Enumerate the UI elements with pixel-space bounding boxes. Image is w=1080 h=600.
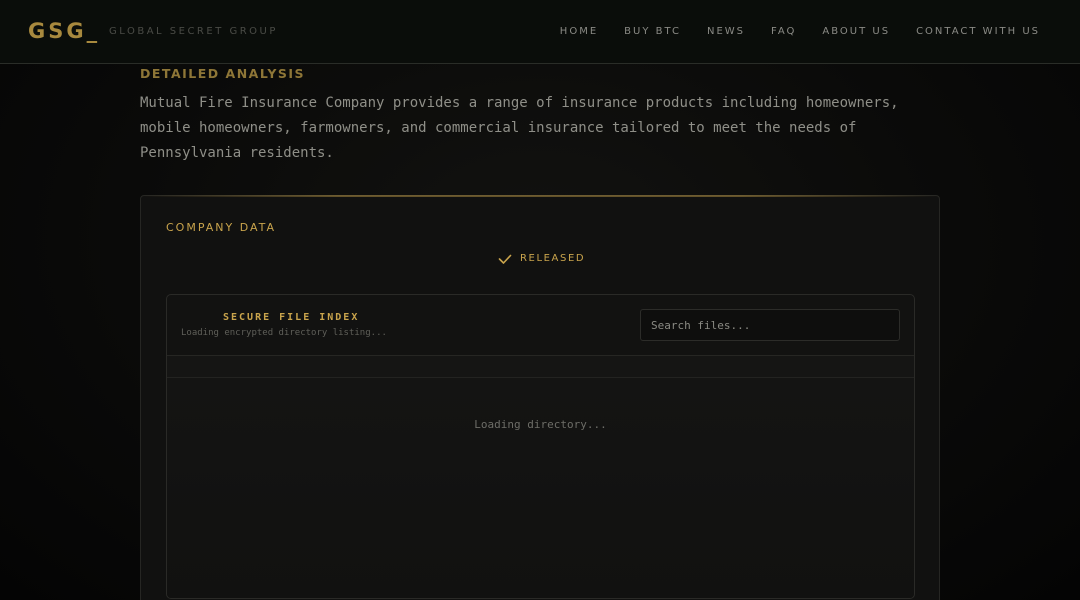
site-logo[interactable]: GSG_ xyxy=(28,19,100,43)
file-index-subtitle: Loading encrypted directory listing... xyxy=(181,328,387,338)
file-list-header-bar xyxy=(167,356,914,378)
file-list[interactable]: Loading directory... xyxy=(167,378,914,598)
nav-faq[interactable]: FAQ xyxy=(771,26,796,37)
nav-buy-btc[interactable]: BUY BTC xyxy=(624,26,681,37)
file-index-title: SECURE FILE INDEX xyxy=(223,312,360,323)
nav-about-us[interactable]: ABOUT US xyxy=(822,26,890,37)
nav-home[interactable]: HOME xyxy=(560,26,598,37)
search-files-input[interactable] xyxy=(640,309,900,341)
check-icon xyxy=(498,251,512,265)
nav-contact[interactable]: CONTACT WITH US xyxy=(916,26,1040,37)
company-data-card: COMPANY DATA RELEASED SECURE FILE INDEX … xyxy=(140,195,940,600)
company-description: Mutual Fire Insurance Company provides a… xyxy=(140,95,899,161)
file-index-header: SECURE FILE INDEX Loading encrypted dire… xyxy=(167,295,914,356)
secure-file-index-panel: SECURE FILE INDEX Loading encrypted dire… xyxy=(166,294,915,599)
loading-message: Loading directory... xyxy=(474,418,607,431)
section-title: DETAILED ANALYSIS xyxy=(140,66,306,81)
site-header: GSG_ GLOBAL SECRET GROUP HOME BUY BTC NE… xyxy=(0,0,1080,64)
nav-news[interactable]: NEWS xyxy=(707,26,745,37)
site-tagline: GLOBAL SECRET GROUP xyxy=(109,26,278,37)
card-accent-line xyxy=(141,195,939,197)
card-title: COMPANY DATA xyxy=(166,221,277,234)
status-label: RELEASED xyxy=(520,252,586,264)
main-nav: HOME BUY BTC NEWS FAQ ABOUT US CONTACT W… xyxy=(560,26,1040,37)
release-status: RELEASED xyxy=(498,251,585,265)
